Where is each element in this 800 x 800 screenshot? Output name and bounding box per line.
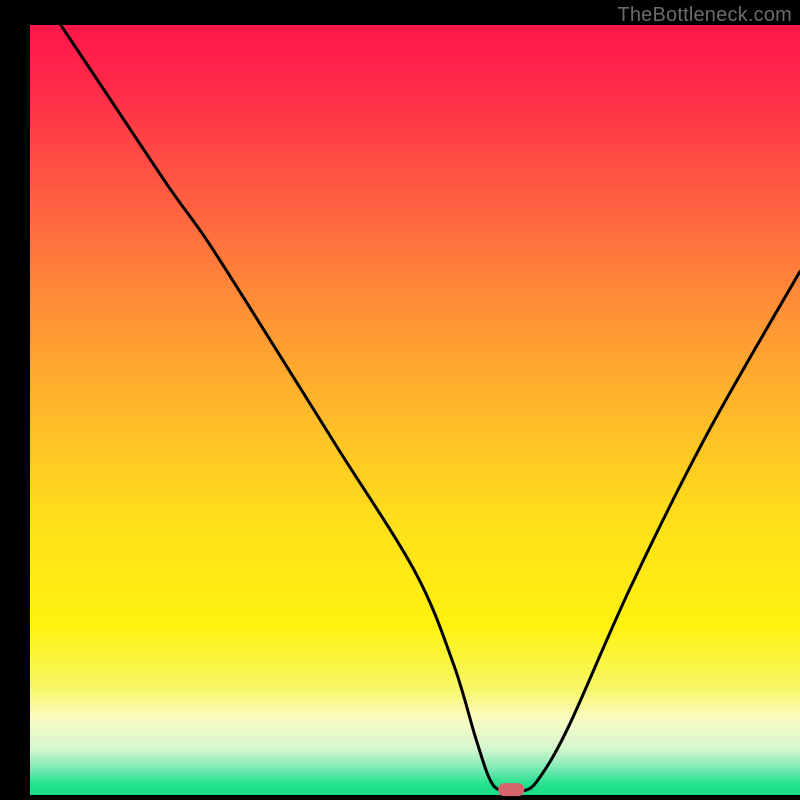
bottleneck-chart <box>0 0 800 800</box>
optimal-marker <box>498 783 524 796</box>
watermark-label: TheBottleneck.com <box>617 4 792 27</box>
plot-background <box>30 25 800 795</box>
